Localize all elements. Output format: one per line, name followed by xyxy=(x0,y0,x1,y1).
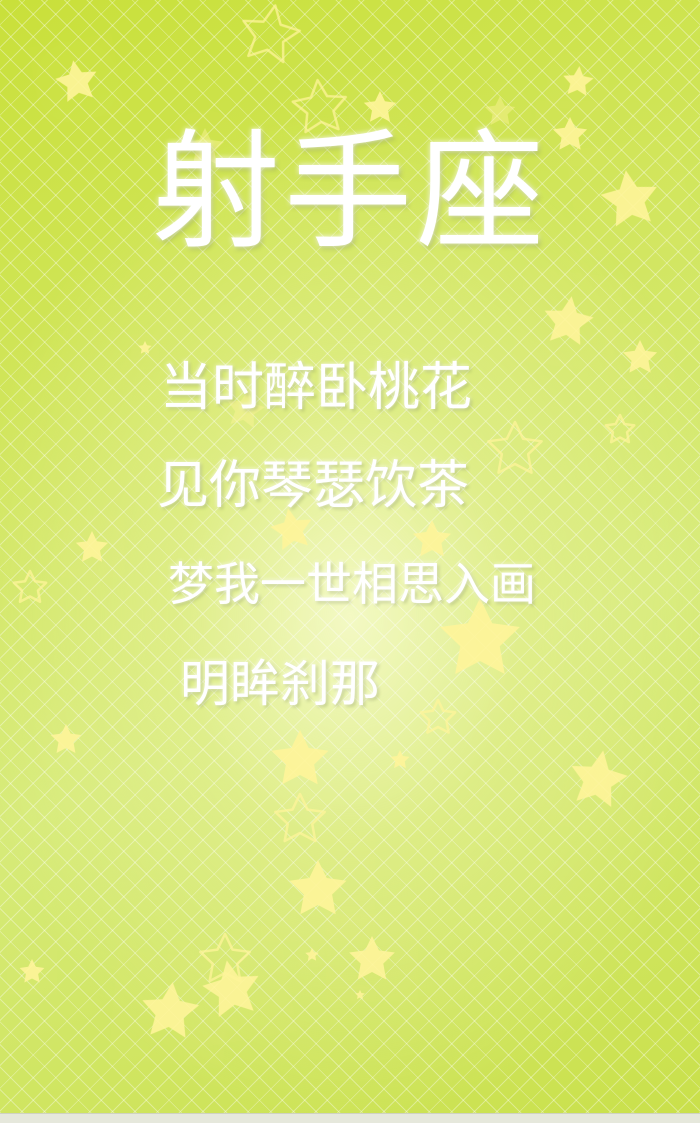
star-icon xyxy=(275,794,324,841)
page-title: 射手座 xyxy=(151,118,548,267)
poem-line-2: 见你琴瑟饮茶 xyxy=(157,456,470,516)
star-icon xyxy=(52,56,101,104)
star-icon xyxy=(198,955,265,1019)
star-icon xyxy=(488,422,541,473)
star-icon xyxy=(19,959,45,983)
star-icon xyxy=(355,990,365,1000)
star-icon xyxy=(289,860,347,915)
poem-line-4: 明眸刹那 xyxy=(180,655,380,713)
star-icon xyxy=(421,700,455,733)
star-icon xyxy=(390,750,410,769)
star-icon xyxy=(540,292,597,347)
star-icon xyxy=(622,340,658,373)
star-icon xyxy=(50,724,82,753)
star-icon xyxy=(606,415,635,442)
star-icon xyxy=(565,745,632,809)
poem-line-3: 梦我一世相思入画 xyxy=(168,557,536,611)
star-icon xyxy=(14,571,46,602)
star-icon xyxy=(271,730,329,785)
star-icon xyxy=(238,1,304,64)
poem-line-1: 当时醉卧桃花 xyxy=(160,358,473,418)
star-icon xyxy=(413,520,451,557)
star-icon xyxy=(75,531,109,562)
star-icon xyxy=(305,948,319,961)
star-icon xyxy=(139,979,202,1039)
star-icon xyxy=(349,936,395,980)
star-icon xyxy=(138,341,152,354)
bottom-bar xyxy=(0,1113,700,1123)
star-icon xyxy=(561,64,595,97)
